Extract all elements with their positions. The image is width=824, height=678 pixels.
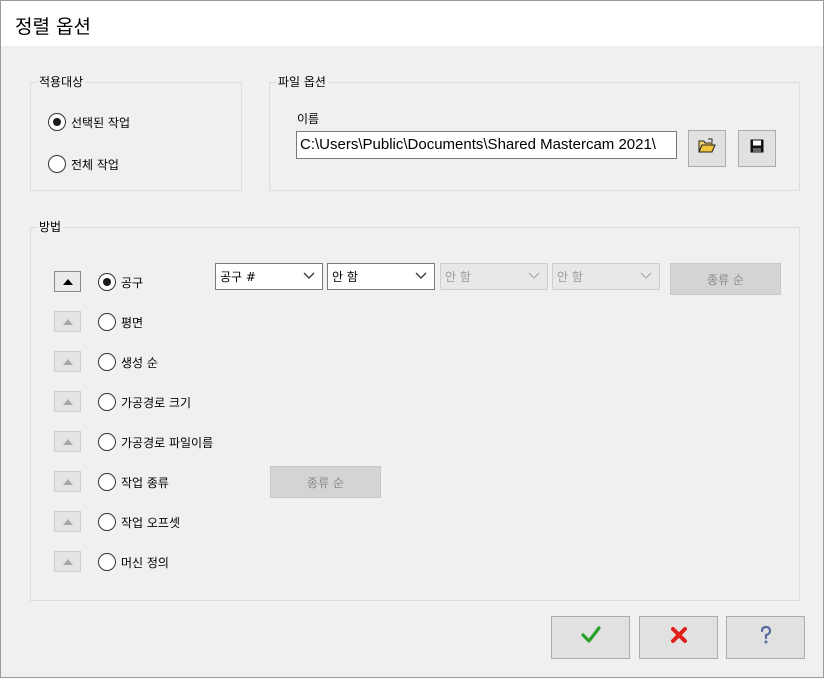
open-file-button[interactable] [688,130,726,167]
title-bar: 정렬 옵션 [1,1,823,46]
move-up-button-6[interactable] [54,471,81,492]
radio-button[interactable] [48,155,66,173]
folder-open-icon [698,138,716,159]
method-radio-tool[interactable]: 공구 [98,271,143,293]
dropdown-value: 안 함 [557,270,583,284]
move-up-button-7[interactable] [54,511,81,532]
radio-label: 머신 정의 [121,555,169,570]
sort-key-dropdown-4[interactable]: 안 함 [552,263,660,290]
question-mark-icon [758,625,774,650]
sort-key-dropdown-2[interactable]: 안 함 [327,263,435,290]
save-file-button[interactable] [738,130,776,167]
move-up-button-3[interactable] [54,351,81,372]
radio-button[interactable] [98,513,116,531]
up-arrow-icon [62,478,73,485]
radio-button[interactable] [98,393,116,411]
up-arrow-icon [62,558,73,565]
file-path-input[interactable]: C:\Users\Public\Documents\Shared Masterc… [296,131,677,159]
chevron-down-icon [303,272,315,279]
up-arrow-icon [62,438,73,445]
apply-to-legend: 적용대상 [37,74,86,90]
help-button[interactable] [726,616,805,659]
checkmark-icon [580,626,601,649]
sort-key-dropdown-3[interactable]: 안 함 [440,263,548,290]
up-arrow-icon [62,398,73,405]
method-radio-toolpath-filename[interactable]: 가공경로 파일이름 [98,431,213,453]
method-radio-operation-type[interactable]: 작업 종류 [98,471,169,493]
chevron-down-icon [528,272,540,279]
radio-label: 가공경로 크기 [121,395,192,410]
radio-button[interactable] [98,433,116,451]
file-options-legend: 파일 옵션 [276,74,328,90]
dropdown-value: 공구 # [220,270,256,284]
cancel-button[interactable] [639,616,718,659]
floppy-disk-icon [750,139,764,158]
red-x-icon [670,626,688,649]
radio-label: 전체 작업 [71,157,119,172]
name-label: 이름 [297,112,320,126]
radio-button[interactable] [98,313,116,331]
radio-all-ops[interactable]: 전체 작업 [48,153,119,175]
radio-button[interactable] [48,113,66,131]
method-radio-creation-order[interactable]: 생성 순 [98,351,158,373]
move-up-button-1[interactable] [54,271,81,292]
radio-label: 평면 [121,315,144,330]
method-radio-toolpath-size[interactable]: 가공경로 크기 [98,391,191,413]
radio-label: 선택된 작업 [71,115,131,130]
dropdown-value: 안 함 [445,270,471,284]
method-radio-plane[interactable]: 평면 [98,311,143,333]
dropdown-value: 안 함 [332,270,358,284]
up-arrow-icon [62,318,73,325]
move-up-button-8[interactable] [54,551,81,572]
radio-button[interactable] [98,353,116,371]
chevron-down-icon [640,272,652,279]
up-arrow-icon [62,358,73,365]
move-up-button-5[interactable] [54,431,81,452]
dialog-window: 정렬 옵션 적용대상 선택된 작업 전체 작업 파일 옵션 이름 C:\User… [0,0,824,678]
radio-selected-ops[interactable]: 선택된 작업 [48,111,130,133]
method-radio-machine-definition[interactable]: 머신 정의 [98,551,169,573]
radio-button[interactable] [98,273,116,291]
sort-key-dropdown-1[interactable]: 공구 # [215,263,323,290]
chevron-down-icon [415,272,427,279]
radio-button[interactable] [98,553,116,571]
radio-button[interactable] [98,473,116,491]
move-up-button-4[interactable] [54,391,81,412]
move-up-button-2[interactable] [54,311,81,332]
up-arrow-icon [62,278,73,285]
radio-label: 작업 오프셋 [121,515,181,530]
radio-label: 공구 [121,275,144,290]
radio-label: 가공경로 파일이름 [121,435,214,450]
radio-label: 생성 순 [121,355,158,370]
method-legend: 방법 [37,219,64,235]
ok-button[interactable] [551,616,630,659]
up-arrow-icon [62,518,73,525]
method-radio-operation-offset[interactable]: 작업 오프셋 [98,511,180,533]
sort-by-type-button-1[interactable]: 종류 순 [670,263,781,295]
radio-label: 작업 종류 [121,475,169,490]
dialog-title: 정렬 옵션 [15,16,91,38]
sort-by-type-button-2[interactable]: 종류 순 [270,466,381,498]
